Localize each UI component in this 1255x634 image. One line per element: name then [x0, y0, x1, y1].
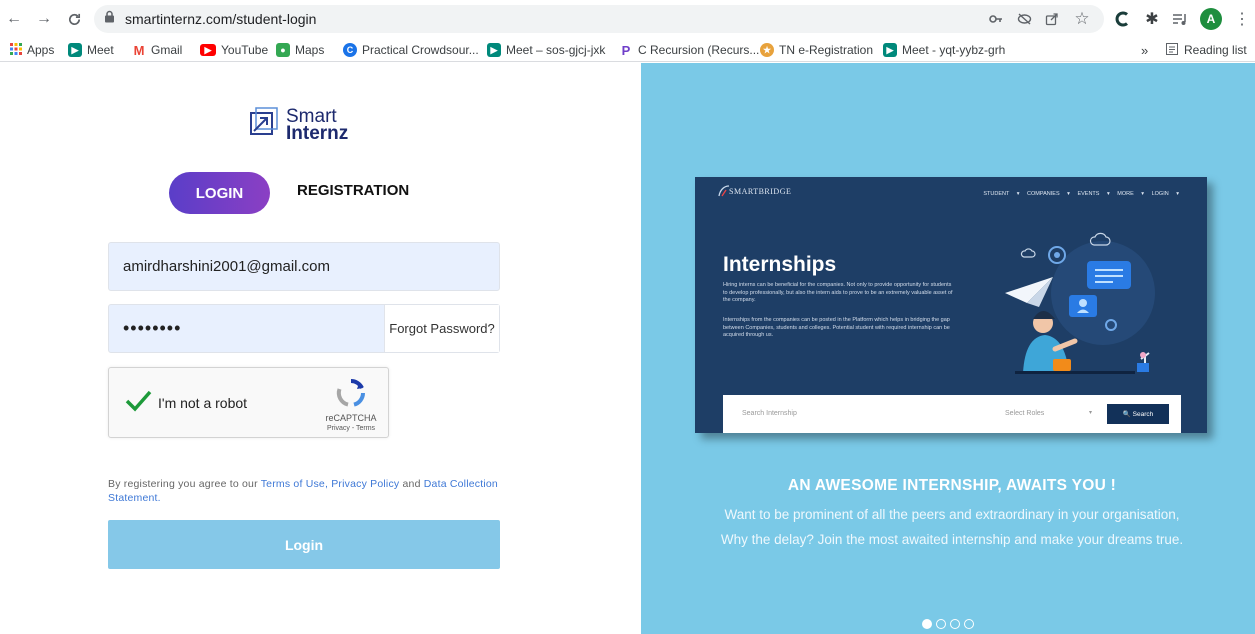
profile-avatar[interactable]: A [1200, 8, 1222, 30]
crowdsourcing-icon: C [343, 43, 357, 57]
showcase-menu: STUDENT ▾ COMPANIES ▾ EVENTS ▾ MORE ▾ LO… [983, 191, 1179, 197]
reading-list[interactable]: Reading list [1166, 41, 1247, 59]
email-field[interactable] [109, 243, 499, 290]
smartbridge-logo-text: SMARTBRIDGE [729, 187, 792, 196]
promo-line-1: Want to be prominent of all the peers an… [724, 507, 1180, 522]
logo-word-smart: Smart [286, 105, 337, 127]
bookmarks-bar: Apps ▶ Meet M Gmail ▶ YouTube ● Maps C P… [0, 38, 1255, 62]
bookmark-maps[interactable]: ● Maps [276, 41, 324, 59]
bookmark-meet[interactable]: ▶ Meet [68, 41, 114, 59]
privacy-policy-link[interactable]: Privacy Policy [331, 478, 399, 490]
carousel-dots [922, 619, 974, 629]
bookmark-c-recursion[interactable]: P C Recursion (Recurs... [619, 41, 759, 59]
menu-dots-icon[interactable]: ⋮ [1232, 9, 1252, 29]
recaptcha-widget: I'm not a robot reCAPTCHA Privacy - Term… [108, 367, 389, 438]
password-field-wrapper: Forgot Password? [108, 304, 500, 353]
agreement-text: By registering you agree to our Terms of… [108, 478, 498, 504]
bookmark-meet-yqt[interactable]: ▶ Meet - yqt-yybz-grh [883, 41, 1005, 59]
browser-toolbar: ← → smartinternz.com/student-login ☆ ✱ A… [0, 0, 1255, 38]
showcase-title: Internships [723, 253, 837, 276]
bookmarks-overflow[interactable]: » [1141, 41, 1148, 59]
carousel-dot-4[interactable] [964, 619, 974, 629]
tab-login[interactable]: LOGIN [169, 172, 270, 214]
bookmark-youtube[interactable]: ▶ YouTube [200, 41, 268, 59]
key-icon[interactable] [986, 9, 1006, 29]
puzzle-icon[interactable]: ✱ [1142, 9, 1162, 29]
showcase-screenshot: SMARTBRIDGE STUDENT ▾ COMPANIES ▾ EVENTS… [695, 177, 1207, 433]
lock-icon [104, 10, 115, 28]
forward-icon[interactable]: → [34, 9, 54, 29]
bookmark-apps[interactable]: Apps [10, 41, 54, 59]
bookmark-practical-crowdsourcing[interactable]: C Practical Crowdsour... [343, 41, 479, 59]
bookmark-meet-sos[interactable]: ▶ Meet – sos-gjcj-jxk [487, 41, 605, 59]
email-field-wrapper [108, 242, 500, 291]
recaptcha-privacy-terms[interactable]: Privacy - Terms [315, 425, 387, 432]
logo-word-internz: Internz [286, 122, 349, 144]
address-bar[interactable]: smartinternz.com/student-login [94, 5, 1104, 33]
tn-emblem-icon: ★ [760, 43, 774, 57]
promo-headline: AN AWESOME INTERNSHIP, AWAITS YOU ! [787, 477, 1117, 494]
back-icon[interactable]: ← [4, 9, 24, 29]
reload-icon[interactable] [64, 9, 84, 29]
carousel-dot-1[interactable] [922, 619, 932, 629]
showcase-search-placeholder: Search Internship [742, 410, 797, 417]
carousel-dot-3[interactable] [950, 619, 960, 629]
tab-registration[interactable]: REGISTRATION [297, 182, 409, 199]
showcase-search-button: 🔍 Search [1107, 404, 1169, 424]
bookmark-gmail[interactable]: M Gmail [132, 41, 182, 59]
showcase-paragraph-2: Internships from the companies can be po… [723, 317, 950, 338]
showcase-select-roles: Select Roles [1005, 410, 1045, 417]
showcase-paragraph-1: Hiring interns can be beneficial for the… [723, 282, 953, 303]
chevron-down-icon: ▾ [1089, 410, 1093, 416]
captcha-label: I'm not a robot [158, 395, 248, 411]
login-button[interactable]: Login [108, 520, 500, 569]
promo-line-2: Why the delay? Join the most awaited int… [720, 532, 1184, 547]
carousel-dot-2[interactable] [936, 619, 946, 629]
apps-grid-icon [10, 42, 22, 58]
smartinternz-logo: Smart Internz [248, 105, 349, 144]
password-field[interactable] [109, 305, 384, 352]
recaptcha-brand: reCAPTCHA [325, 413, 377, 423]
internship-illustration [1005, 232, 1155, 374]
meet-icon: ▶ [68, 43, 82, 57]
meet-icon: ▶ [883, 43, 897, 57]
promo-panel: SMARTBRIDGE STUDENT ▾ COMPANIES ▾ EVENTS… [641, 63, 1255, 634]
reading-list-icon [1166, 42, 1178, 58]
recaptcha-logo-icon [335, 377, 367, 409]
url-text: smartinternz.com/student-login [125, 11, 317, 27]
gmail-icon: M [132, 42, 146, 58]
checkmark-icon[interactable] [123, 386, 153, 416]
extension-c-icon[interactable] [1112, 9, 1132, 29]
logo-mark-icon [248, 107, 278, 142]
bookmark-tn-eregistration[interactable]: ★ TN e-Registration [760, 41, 873, 59]
showcase-navbar: SMARTBRIDGE STUDENT ▾ COMPANIES ▾ EVENTS… [695, 177, 1207, 211]
star-icon[interactable]: ☆ [1072, 9, 1092, 29]
eye-off-icon[interactable] [1014, 9, 1034, 29]
showcase-search-bar: Search Internship Select Roles ▾ 🔍 Searc… [723, 395, 1181, 433]
forgot-password-link[interactable]: Forgot Password? [384, 305, 499, 352]
youtube-icon: ▶ [200, 44, 216, 56]
share-icon[interactable] [1042, 9, 1062, 29]
login-panel: Smart Internz LOGIN REGISTRATION Forgot … [0, 63, 641, 634]
terms-of-use-link[interactable]: Terms of Use, [261, 478, 328, 490]
media-icon[interactable] [1170, 9, 1190, 29]
recursion-icon: P [619, 43, 633, 58]
maps-icon: ● [276, 43, 290, 57]
meet-icon: ▶ [487, 43, 501, 57]
